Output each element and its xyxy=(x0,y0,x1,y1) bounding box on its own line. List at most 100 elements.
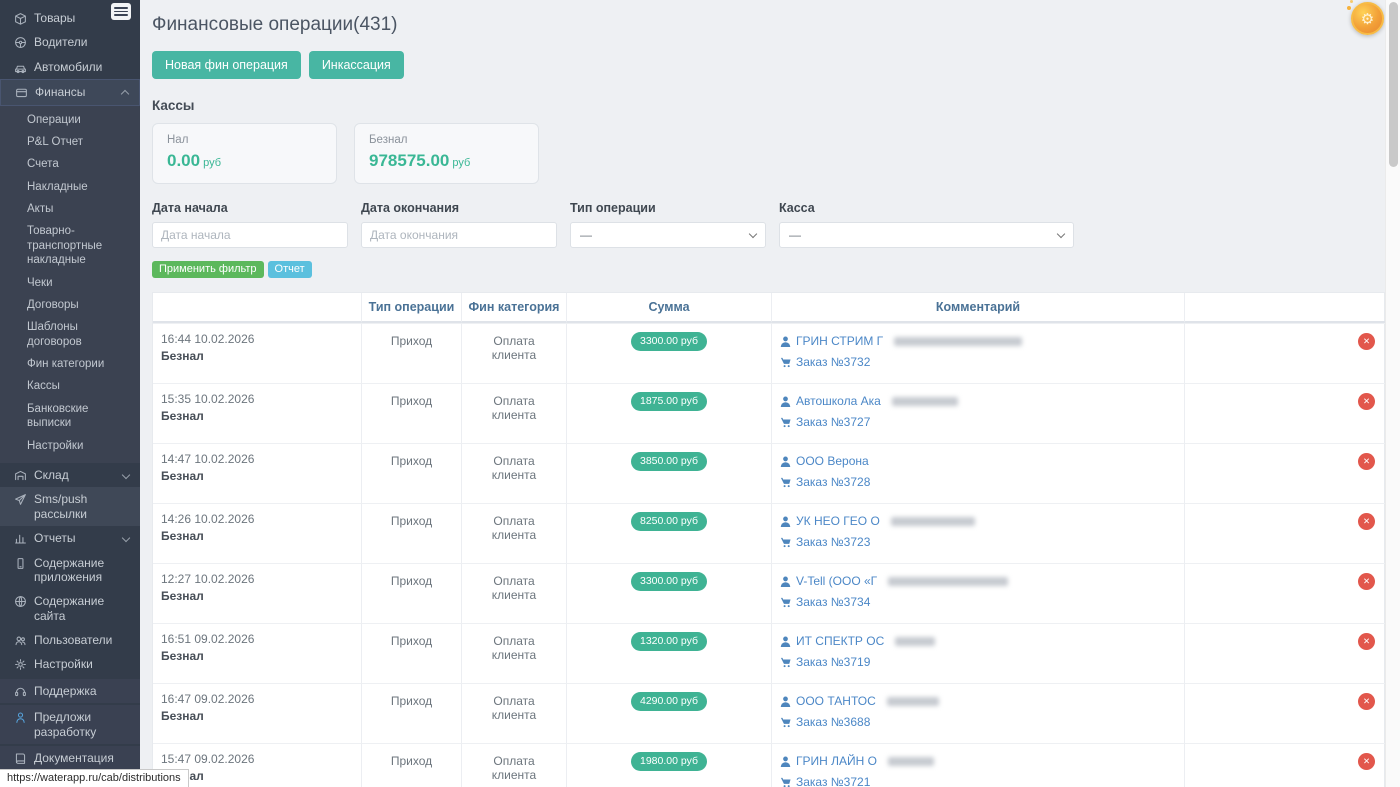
user-icon xyxy=(780,696,791,707)
new-operation-button[interactable]: Новая фин операция xyxy=(152,51,301,79)
order-link[interactable]: Заказ №3734 xyxy=(780,595,1176,609)
sidebar-item-label: Настройки xyxy=(34,657,132,671)
headset-icon xyxy=(13,685,27,698)
submenu-item-receipts[interactable]: Чеки xyxy=(0,272,140,294)
warehouse-icon xyxy=(13,469,27,482)
delete-button[interactable]: ✕ xyxy=(1358,393,1375,410)
steering-wheel-icon xyxy=(13,36,27,49)
sidebar-item-label: Водители xyxy=(34,35,132,49)
order-link[interactable]: Заказ №3732 xyxy=(780,355,1176,369)
date-start-label: Дата начала xyxy=(152,201,348,215)
operation-type-select[interactable]: — xyxy=(570,222,766,248)
cashbox-select[interactable]: — xyxy=(779,222,1074,248)
close-icon: ✕ xyxy=(1363,516,1370,527)
report-button[interactable]: Отчет xyxy=(268,261,312,278)
client-link[interactable]: ООО Верона xyxy=(780,454,1176,468)
cash-card-label: Нал xyxy=(167,134,322,146)
header-amount: Сумма xyxy=(566,293,771,323)
sidebar-item-finance[interactable]: Финансы xyxy=(0,79,140,105)
submenu-item-cashboxes[interactable]: Кассы xyxy=(0,375,140,397)
cart-icon xyxy=(780,357,791,368)
order-link[interactable]: Заказ №3723 xyxy=(780,535,1176,549)
gear-icon xyxy=(13,658,27,671)
chevron-down-icon xyxy=(1057,229,1065,237)
close-icon: ✕ xyxy=(1363,336,1370,347)
sidebar-item-label: Склад xyxy=(34,468,116,482)
cash-card-amount: 978575.00 xyxy=(369,151,449,170)
sidebar-item-settings[interactable]: Настройки xyxy=(0,652,140,676)
sidebar-item-support[interactable]: Поддержка xyxy=(0,679,140,703)
date-end-input[interactable] xyxy=(361,222,557,248)
vertical-scrollbar[interactable] xyxy=(1385,0,1400,787)
delete-button[interactable]: ✕ xyxy=(1358,453,1375,470)
submenu-item-acts[interactable]: Акты xyxy=(0,198,140,220)
incassation-button[interactable]: Инкассация xyxy=(309,51,404,79)
row-category: Оплата клиента xyxy=(461,503,566,563)
row-time: 14:26 10.02.2026 xyxy=(161,512,353,526)
cash-card-cashless: Безнал 978575.00руб xyxy=(354,123,539,184)
scrollbar-thumb[interactable] xyxy=(1389,2,1398,167)
sidebar-item-app-content[interactable]: Содержание приложения xyxy=(0,551,140,590)
phone-icon xyxy=(13,557,27,570)
close-icon: ✕ xyxy=(1363,756,1370,767)
sidebar-item-reports[interactable]: Отчеты xyxy=(0,526,140,550)
row-time: 14:47 10.02.2026 xyxy=(161,452,353,466)
sidebar-item-documentation[interactable]: Документация xyxy=(0,746,140,770)
order-link[interactable]: Заказ №3727 xyxy=(780,415,1176,429)
delete-button[interactable]: ✕ xyxy=(1358,693,1375,710)
delete-button[interactable]: ✕ xyxy=(1358,753,1375,770)
box-icon xyxy=(13,12,27,25)
menu-toggle-button[interactable] xyxy=(111,3,131,20)
sidebar-item-site-content[interactable]: Содержание сайта xyxy=(0,589,140,628)
sidebar-item-label: Поддержка xyxy=(34,684,132,698)
currency-label: руб xyxy=(452,157,470,169)
header-actions xyxy=(1184,293,1386,323)
client-link[interactable]: ООО ТАНТОС xyxy=(780,694,1176,708)
table-row: 14:47 10.02.2026Безнал Приход Оплата кли… xyxy=(153,443,1384,503)
order-link[interactable]: Заказ №3688 xyxy=(780,715,1176,729)
delete-button[interactable]: ✕ xyxy=(1358,513,1375,530)
row-category: Оплата клиента xyxy=(461,623,566,683)
sidebar-item-drivers[interactable]: Водители xyxy=(0,30,140,54)
date-start-input[interactable] xyxy=(152,222,348,248)
sidebar-item-sms-push[interactable]: Sms/push рассылки xyxy=(0,487,140,526)
promo-gift-badge[interactable]: ⚙ xyxy=(1351,2,1384,35)
amount-badge: 1875.00 руб xyxy=(631,392,707,411)
apply-filter-button[interactable]: Применить фильтр xyxy=(152,261,264,278)
amount-badge: 1320.00 руб xyxy=(631,632,707,651)
sidebar-item-suggest-development[interactable]: Предложи разработку xyxy=(0,705,140,744)
sidebar-item-label: Отчеты xyxy=(34,531,116,545)
submenu-item-invoices[interactable]: Накладные xyxy=(0,176,140,198)
submenu-item-waybills[interactable]: Товарно-транспортные накладные xyxy=(0,220,140,271)
client-link[interactable]: УК НЕО ГЕО О xyxy=(780,514,1176,528)
client-link[interactable]: ГРИН ЛАЙН О xyxy=(780,754,1176,768)
close-icon: ✕ xyxy=(1363,456,1370,467)
sidebar-item-users[interactable]: Пользователи xyxy=(0,628,140,652)
close-icon: ✕ xyxy=(1363,396,1370,407)
client-link[interactable]: ИТ СПЕКТР ОС xyxy=(780,634,1176,648)
submenu-item-accounts[interactable]: Счета xyxy=(0,153,140,175)
submenu-item-settings[interactable]: Настройки xyxy=(0,435,140,457)
submenu-item-pnl[interactable]: P&L Отчет xyxy=(0,131,140,153)
submenu-item-contract-templates[interactable]: Шаблоны договоров xyxy=(0,316,140,353)
sidebar-item-label: Содержание приложения xyxy=(34,556,132,585)
currency-label: руб xyxy=(203,157,221,169)
submenu-item-operations[interactable]: Операции xyxy=(0,109,140,131)
client-link[interactable]: Автошкола Ака xyxy=(780,394,1176,408)
delete-button[interactable]: ✕ xyxy=(1358,633,1375,650)
order-link[interactable]: Заказ №3728 xyxy=(780,475,1176,489)
row-time: 16:47 09.02.2026 xyxy=(161,692,353,706)
order-link[interactable]: Заказ №3719 xyxy=(780,655,1176,669)
order-link[interactable]: Заказ №3721 xyxy=(780,775,1176,787)
delete-button[interactable]: ✕ xyxy=(1358,333,1375,350)
client-link[interactable]: ГРИН СТРИМ Г xyxy=(780,334,1176,348)
submenu-item-fin-categories[interactable]: Фин категории xyxy=(0,353,140,375)
sidebar-item-stock[interactable]: Склад xyxy=(0,463,140,487)
submenu-item-contracts[interactable]: Договоры xyxy=(0,294,140,316)
submenu-item-bank-statements[interactable]: Банковские выписки xyxy=(0,398,140,435)
sidebar-item-cars[interactable]: Автомобили xyxy=(0,55,140,79)
finance-submenu: Операции P&L Отчет Счета Накладные Акты … xyxy=(0,106,140,463)
delete-button[interactable]: ✕ xyxy=(1358,573,1375,590)
user-icon xyxy=(780,396,791,407)
client-link[interactable]: V-Tell (ООО «Г xyxy=(780,574,1176,588)
